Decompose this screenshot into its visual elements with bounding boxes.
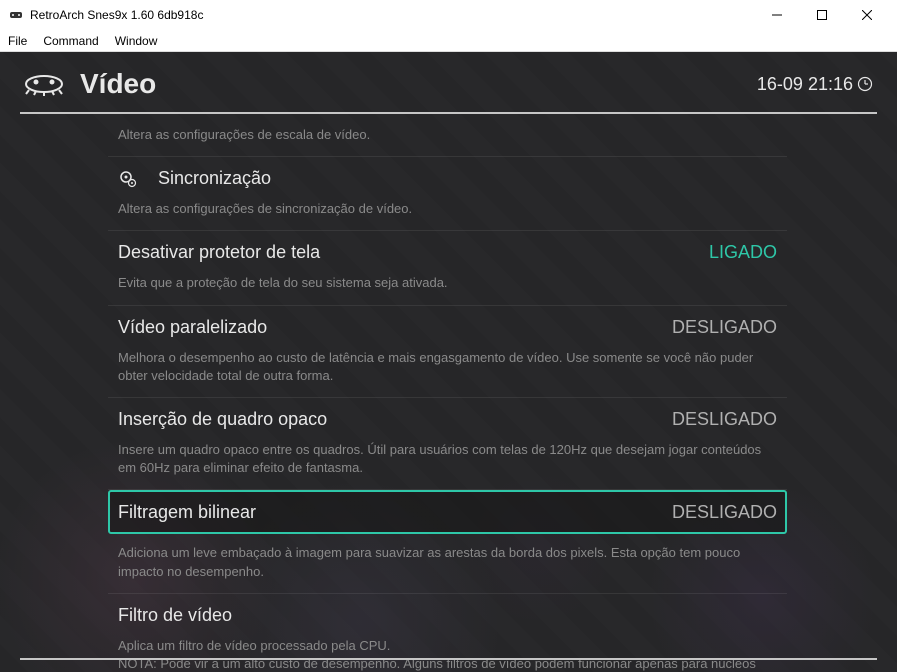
setting-black-frame[interactable]: Inserção de quadro opaco DESLIGADO Inser… (108, 398, 787, 490)
maximize-button[interactable] (799, 0, 844, 30)
settings-list: Altera as configurações de escala de víd… (0, 114, 807, 672)
setting-description: Adiciona um leve embaçado à imagem para … (108, 534, 787, 593)
setting-value: DESLIGADO (672, 317, 777, 338)
content-area: Vídeo 16-09 21:16 Altera as configuraçõe… (0, 52, 897, 672)
setting-label: Inserção de quadro opaco (118, 409, 672, 430)
window-controls (754, 0, 889, 30)
setting-value: LIGADO (709, 242, 777, 263)
app-icon (8, 7, 24, 23)
gear-icon (118, 169, 146, 189)
setting-description: Melhora o desempenho ao custo de latênci… (108, 349, 787, 397)
setting-label: Sincronização (158, 168, 777, 189)
window-title: RetroArch Snes9x 1.60 6db918c (30, 8, 754, 22)
setting-description: Altera as configurações de sincronização… (108, 200, 787, 230)
menu-command[interactable]: Command (43, 34, 98, 48)
setting-sync[interactable]: Sincronização Altera as configurações de… (108, 157, 787, 231)
window-titlebar: RetroArch Snes9x 1.60 6db918c (0, 0, 897, 30)
setting-description: Evita que a proteção de tela do seu sist… (108, 274, 787, 304)
setting-video-filter[interactable]: Filtro de vídeo Aplica um filtro de víde… (108, 594, 787, 672)
setting-label: Desativar protetor de tela (118, 242, 709, 263)
clock-icon (857, 76, 873, 92)
close-button[interactable] (844, 0, 889, 30)
scale-description: Altera as configurações de escala de víd… (108, 114, 787, 157)
clock: 16-09 21:16 (757, 74, 873, 95)
clock-time: 16-09 21:16 (757, 74, 853, 95)
setting-label: Filtragem bilinear (118, 502, 672, 523)
setting-description: Aplica um filtro de vídeo processado pel… (108, 637, 787, 672)
setting-bilinear-filter[interactable]: Filtragem bilinear DESLIGADO (108, 490, 787, 534)
menu-file[interactable]: File (8, 34, 27, 48)
minimize-button[interactable] (754, 0, 799, 30)
footer-divider (20, 658, 877, 660)
setting-screensaver[interactable]: Desativar protetor de tela LIGADO Evita … (108, 231, 787, 305)
page-header: Vídeo 16-09 21:16 (0, 52, 897, 112)
setting-label: Filtro de vídeo (118, 605, 777, 626)
setting-value: DESLIGADO (672, 409, 777, 430)
page-title: Vídeo (80, 68, 757, 100)
setting-threaded-video[interactable]: Vídeo paralelizado DESLIGADO Melhora o d… (108, 306, 787, 398)
retroarch-logo-icon (24, 72, 64, 96)
setting-description: Insere um quadro opaco entre os quadros.… (108, 441, 787, 489)
setting-value: DESLIGADO (672, 502, 777, 523)
setting-label: Vídeo paralelizado (118, 317, 672, 338)
menu-window[interactable]: Window (115, 34, 158, 48)
menubar: File Command Window (0, 30, 897, 52)
